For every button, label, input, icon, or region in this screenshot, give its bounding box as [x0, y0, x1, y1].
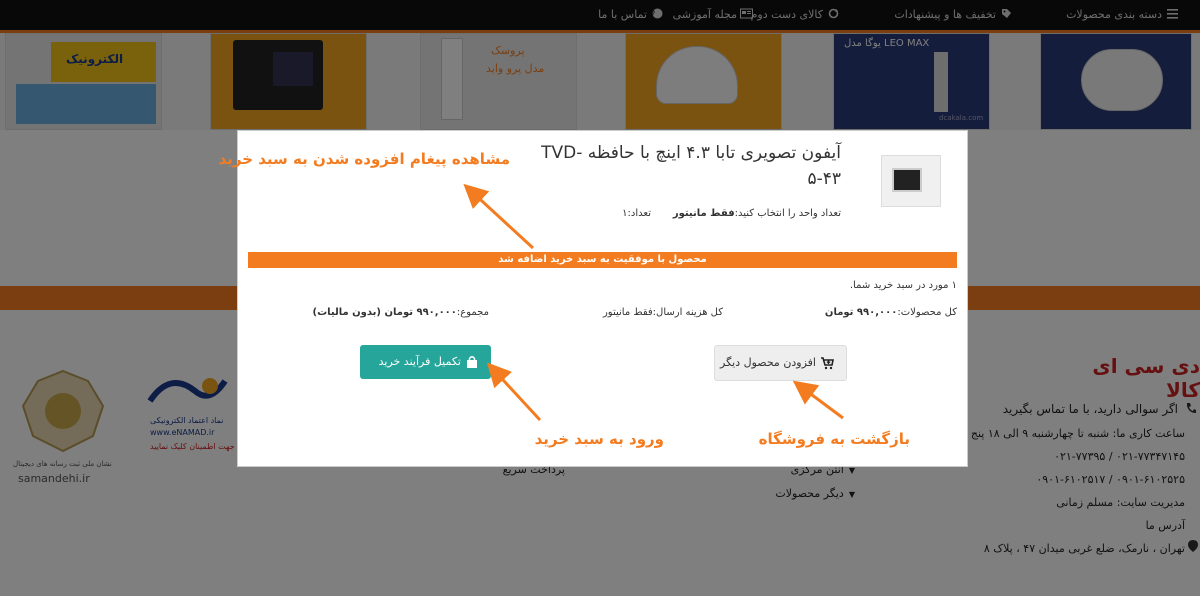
arrow-to-continue — [792, 380, 844, 420]
annotation-arrows — [463, 183, 844, 422]
arrow-to-checkout — [486, 362, 542, 422]
arrow-to-message — [463, 183, 535, 250]
